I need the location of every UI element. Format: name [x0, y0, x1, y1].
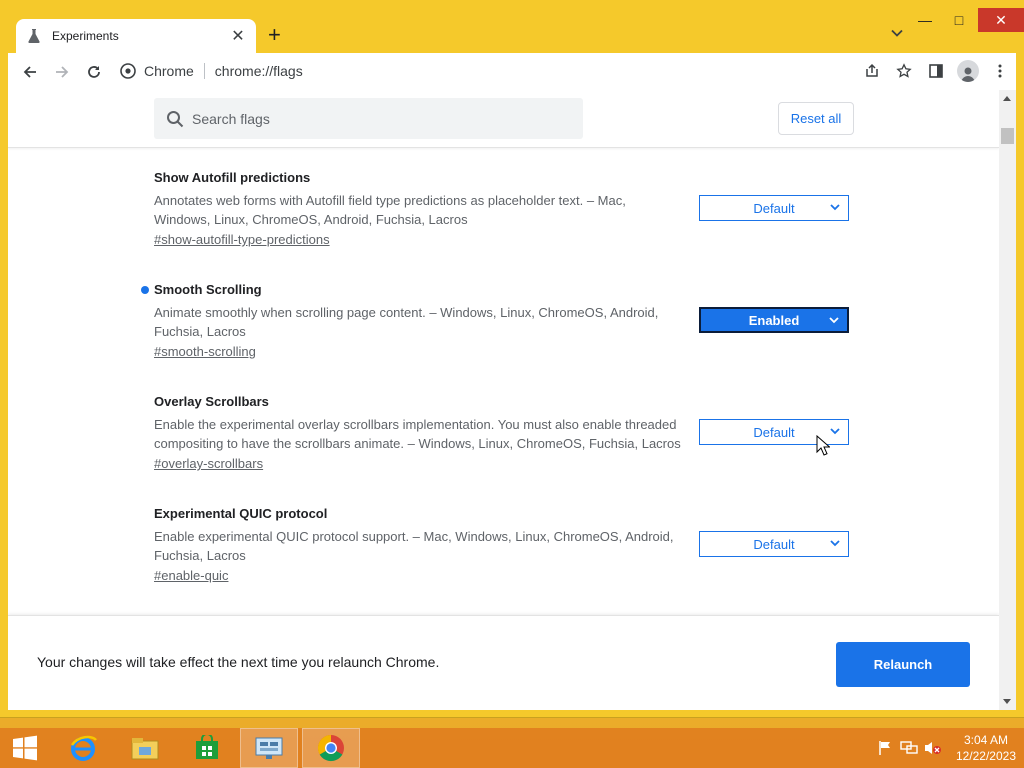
flags-header: Reset all: [8, 90, 999, 148]
maximize-button[interactable]: □: [942, 8, 976, 32]
flag-description: Enable the experimental overlay scrollba…: [154, 417, 681, 451]
flag-experimental-quic-protocol: Experimental QUIC protocol Enable experi…: [154, 506, 854, 585]
flag-overlay-scrollbars: Overlay Scrollbars Enable the experiment…: [154, 394, 854, 473]
flags-page: Reset all Show Autofill predictions Anno…: [8, 90, 999, 710]
plus-icon[interactable]: +: [268, 24, 281, 46]
flag-select[interactable]: Enabled: [699, 307, 849, 333]
search-icon: [167, 110, 184, 127]
scroll-up-arrow[interactable]: [1003, 96, 1011, 101]
browser-toolbar: Chrome chrome://flags: [8, 53, 1016, 90]
clock-time: 3:04 AM: [963, 733, 1008, 747]
flag-select-value: Default: [753, 424, 795, 440]
control-panel-icon[interactable]: [240, 728, 298, 768]
star-icon[interactable]: [888, 55, 920, 87]
reload-icon[interactable]: [78, 56, 110, 88]
system-tray: 3:04 AM 12/22/2023: [876, 728, 1016, 768]
share-icon[interactable]: [856, 55, 888, 87]
flag-link[interactable]: #smooth-scrolling: [154, 344, 256, 359]
avatar: [957, 60, 979, 82]
flag-link[interactable]: #enable-quic: [154, 568, 228, 583]
flag-description: Enable experimental QUIC protocol suppor…: [154, 529, 674, 563]
chrome-window: — □ ✕ Experiments ✕ + Chrome chrome://fl…: [0, 0, 1024, 718]
mouse-cursor-icon: [816, 435, 830, 456]
reset-all-button[interactable]: Reset all: [778, 102, 854, 135]
omnibox-separator: [203, 63, 205, 79]
network-icon[interactable]: [900, 739, 918, 757]
modified-indicator: [141, 286, 149, 294]
taskbar: 3:04 AM 12/22/2023: [0, 728, 1024, 768]
window-caption-buttons: — □ ✕: [908, 8, 1024, 32]
relaunch-message: Your changes will take effect the next t…: [37, 654, 440, 670]
flag-select[interactable]: Default: [699, 195, 849, 221]
page-scrollbar[interactable]: [999, 90, 1016, 710]
flag-title: Smooth Scrolling: [154, 282, 262, 297]
tab-experiments[interactable]: Experiments ✕: [16, 19, 256, 53]
url-text[interactable]: chrome://flags: [215, 63, 303, 79]
flag-title: Overlay Scrollbars: [154, 394, 269, 409]
chevron-down-icon: [830, 428, 840, 435]
flag-description: Annotates web forms with Autofill field …: [154, 193, 626, 227]
chevron-down-icon[interactable]: [890, 26, 904, 40]
address-bar[interactable]: Chrome chrome://flags: [120, 56, 920, 86]
scroll-down-arrow[interactable]: [1003, 699, 1011, 704]
window-close-button[interactable]: ✕: [978, 8, 1024, 32]
flag-smooth-scrolling: Smooth Scrolling Animate smoothly when s…: [141, 282, 854, 361]
back-icon[interactable]: [14, 56, 46, 88]
flag-select-value: Default: [753, 200, 795, 216]
flag-icon[interactable]: [876, 739, 894, 757]
taskbar-clock[interactable]: 3:04 AM 12/22/2023: [956, 732, 1016, 764]
volume-muted-icon[interactable]: [924, 739, 942, 757]
relaunch-button[interactable]: Relaunch: [836, 642, 970, 687]
menu-icon[interactable]: [984, 55, 1016, 87]
search-input[interactable]: [192, 110, 572, 127]
minimize-button[interactable]: —: [908, 8, 942, 32]
clock-date: 12/22/2023: [955, 749, 1016, 763]
flag-title: Show Autofill predictions: [154, 170, 311, 185]
toolbar-right-group: [856, 55, 1016, 87]
flag-title: Experimental QUIC protocol: [154, 506, 328, 521]
flag-link[interactable]: #show-autofill-type-predictions: [154, 232, 330, 247]
scroll-thumb[interactable]: [1001, 128, 1014, 144]
close-icon[interactable]: ✕: [230, 26, 246, 46]
windows-start-icon[interactable]: [0, 728, 50, 768]
chrome-icon: [120, 63, 136, 79]
chrome-taskbar-icon[interactable]: [302, 728, 360, 768]
flag-show-autofill-predictions: Show Autofill predictions Annotates web …: [154, 170, 854, 249]
store-icon[interactable]: [178, 728, 236, 768]
site-label: Chrome: [144, 63, 194, 79]
relaunch-bar: Your changes will take effect the next t…: [8, 615, 999, 710]
flag-description: Animate smoothly when scrolling page con…: [154, 305, 659, 339]
flag-select-value: Default: [753, 536, 795, 552]
flag-link[interactable]: #overlay-scrollbars: [154, 456, 263, 471]
side-panel-icon[interactable]: [920, 55, 952, 87]
ie-icon[interactable]: [54, 728, 112, 768]
flag-select[interactable]: Default: [699, 531, 849, 557]
flask-icon: [28, 29, 40, 43]
chevron-down-icon: [829, 317, 839, 324]
explorer-icon[interactable]: [116, 728, 174, 768]
profile-icon[interactable]: [952, 55, 984, 87]
flag-select-value: Enabled: [748, 312, 800, 328]
tab-title: Experiments: [52, 29, 119, 43]
chevron-down-icon: [830, 204, 840, 211]
search-box[interactable]: [154, 98, 583, 139]
chevron-down-icon: [830, 540, 840, 547]
forward-icon[interactable]: [46, 56, 78, 88]
